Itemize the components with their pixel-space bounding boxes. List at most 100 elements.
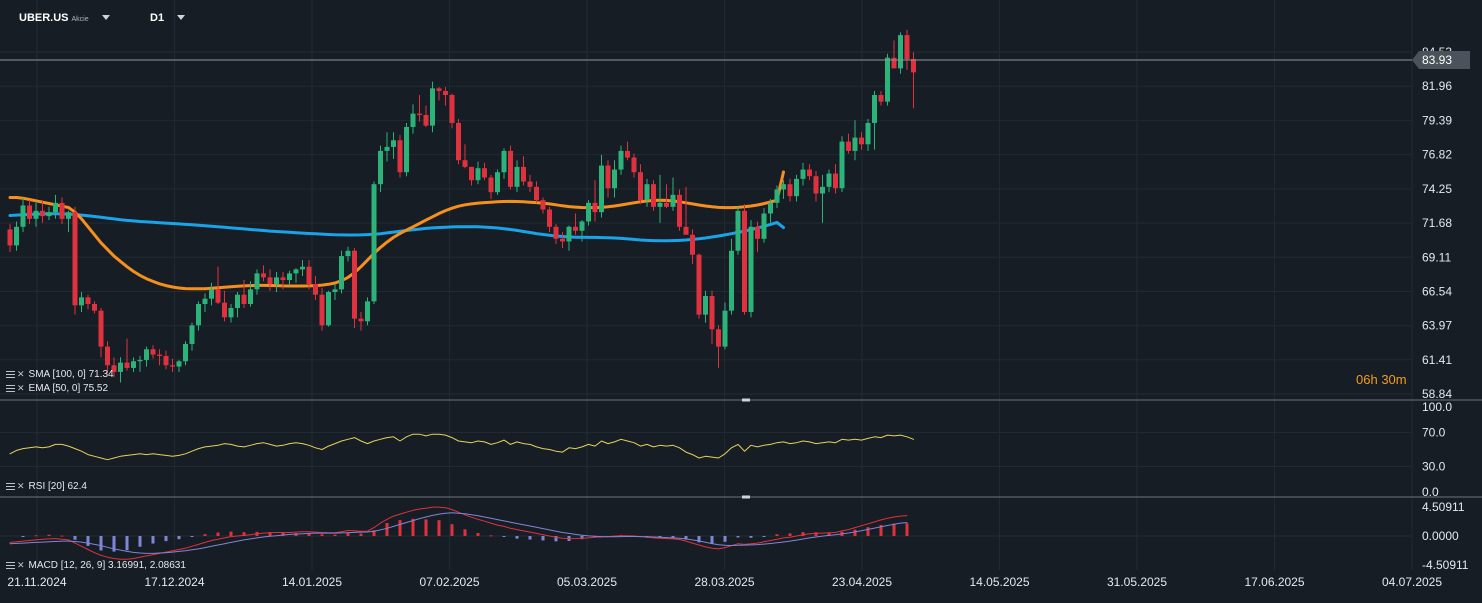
candle-body[interactable] — [404, 126, 409, 173]
candle-body[interactable] — [566, 226, 572, 242]
candle-body[interactable] — [105, 346, 110, 366]
candle-body[interactable] — [774, 189, 780, 203]
candle-body[interactable] — [722, 310, 728, 347]
candle-body[interactable] — [677, 194, 682, 227]
chart-canvas[interactable]: 84.5381.9679.3976.8274.2571.6869.1166.54… — [0, 0, 1482, 598]
macd-histogram-bar[interactable] — [463, 529, 467, 536]
candle-body[interactable] — [384, 146, 390, 151]
candle-body[interactable] — [813, 176, 819, 194]
candle-body[interactable] — [469, 166, 474, 181]
candle-body[interactable] — [365, 301, 370, 322]
candle-body[interactable] — [53, 202, 58, 213]
candle-body[interactable] — [475, 168, 481, 181]
macd-histogram-bar[interactable] — [437, 520, 441, 536]
candle-body[interactable] — [904, 35, 910, 60]
candle-body[interactable] — [898, 35, 903, 69]
candle-body[interactable] — [124, 362, 130, 368]
candle-body[interactable] — [768, 202, 773, 214]
candle-body[interactable] — [430, 88, 435, 126]
candle-body[interactable] — [14, 226, 19, 246]
macd-histogram-bar[interactable] — [177, 536, 181, 540]
candle-body[interactable] — [852, 137, 858, 151]
macd-histogram-bar[interactable] — [476, 532, 480, 536]
candle-body[interactable] — [417, 113, 422, 115]
macd-histogram-bar[interactable] — [151, 536, 155, 544]
macd-histogram-bar[interactable] — [73, 536, 77, 540]
candle-body[interactable] — [189, 325, 195, 344]
candle-body[interactable] — [514, 166, 520, 187]
candle-body[interactable] — [241, 294, 247, 305]
candle-body[interactable] — [449, 94, 455, 123]
candle-body[interactable] — [599, 165, 604, 213]
candle-body[interactable] — [144, 349, 149, 360]
macd-histogram-bar[interactable] — [86, 536, 90, 546]
candle-body[interactable] — [696, 254, 702, 315]
candle-body[interactable] — [885, 57, 890, 102]
symbol-selector[interactable]: UBER.US Akcie — [19, 12, 89, 24]
candle-body[interactable] — [248, 289, 253, 305]
candle-body[interactable] — [456, 122, 461, 161]
macd-histogram-bar[interactable] — [450, 524, 454, 536]
candle-body[interactable] — [228, 308, 234, 318]
menu-icon[interactable] — [6, 483, 15, 490]
close-icon[interactable]: ✕ — [17, 384, 25, 393]
candle-body[interactable] — [176, 361, 182, 367]
candle-body[interactable] — [280, 277, 286, 281]
candle-body[interactable] — [40, 210, 45, 217]
candle-body[interactable] — [501, 150, 507, 173]
candle-body[interactable] — [683, 226, 689, 235]
macd-histogram-bar[interactable] — [320, 534, 324, 536]
candle-body[interactable] — [807, 169, 812, 177]
macd-histogram-bar[interactable] — [853, 529, 857, 536]
candle-body[interactable] — [891, 57, 897, 69]
candle-body[interactable] — [742, 210, 747, 312]
macd-histogram-bar[interactable] — [541, 536, 545, 541]
candle-body[interactable] — [787, 184, 793, 197]
pane-resize-handle[interactable] — [742, 495, 750, 499]
candle-body[interactable] — [202, 298, 208, 305]
macd-histogram-bar[interactable] — [385, 522, 389, 536]
candle-body[interactable] — [235, 294, 240, 309]
candle-body[interactable] — [319, 294, 325, 326]
candle-body[interactable] — [118, 362, 123, 372]
candle-body[interactable] — [287, 273, 292, 281]
close-icon[interactable]: ✕ — [17, 482, 25, 491]
candle-body[interactable] — [872, 94, 877, 123]
candle-body[interactable] — [222, 302, 227, 318]
candle-body[interactable] — [7, 229, 13, 246]
macd-histogram-bar[interactable] — [125, 536, 129, 551]
candle-body[interactable] — [462, 160, 468, 167]
candle-body[interactable] — [267, 277, 273, 285]
close-icon[interactable]: ✕ — [17, 561, 25, 570]
candle-body[interactable] — [729, 250, 734, 311]
candle-body[interactable] — [833, 173, 838, 189]
candle-body[interactable] — [79, 297, 84, 306]
candle-body[interactable] — [521, 166, 526, 182]
macd-histogram-bar[interactable] — [710, 536, 714, 544]
candle-body[interactable] — [326, 292, 331, 326]
candle-body[interactable] — [371, 184, 377, 302]
candle-body[interactable] — [313, 284, 318, 295]
candle-body[interactable] — [612, 169, 617, 189]
candle-body[interactable] — [274, 277, 279, 285]
candle-body[interactable] — [573, 226, 578, 231]
macd-histogram-bar[interactable] — [216, 532, 220, 536]
candle-body[interactable] — [579, 221, 585, 231]
candle-body[interactable] — [761, 213, 767, 239]
macd-histogram-bar[interactable] — [138, 536, 142, 547]
candle-body[interactable] — [85, 297, 91, 305]
candle-body[interactable] — [254, 273, 260, 290]
macd-histogram-bar[interactable] — [47, 534, 51, 536]
close-icon[interactable]: ✕ — [17, 370, 25, 379]
candle-body[interactable] — [547, 209, 552, 227]
candle-body[interactable] — [352, 250, 357, 319]
candle-body[interactable] — [846, 141, 851, 151]
candle-body[interactable] — [293, 269, 299, 274]
menu-icon[interactable] — [6, 385, 15, 392]
candle-body[interactable] — [92, 304, 97, 311]
macd-histogram-bar[interactable] — [229, 531, 233, 536]
candle-body[interactable] — [163, 355, 169, 366]
candle-body[interactable] — [46, 212, 52, 217]
candle-body[interactable] — [592, 202, 598, 213]
macd-histogram-bar[interactable] — [788, 533, 792, 536]
